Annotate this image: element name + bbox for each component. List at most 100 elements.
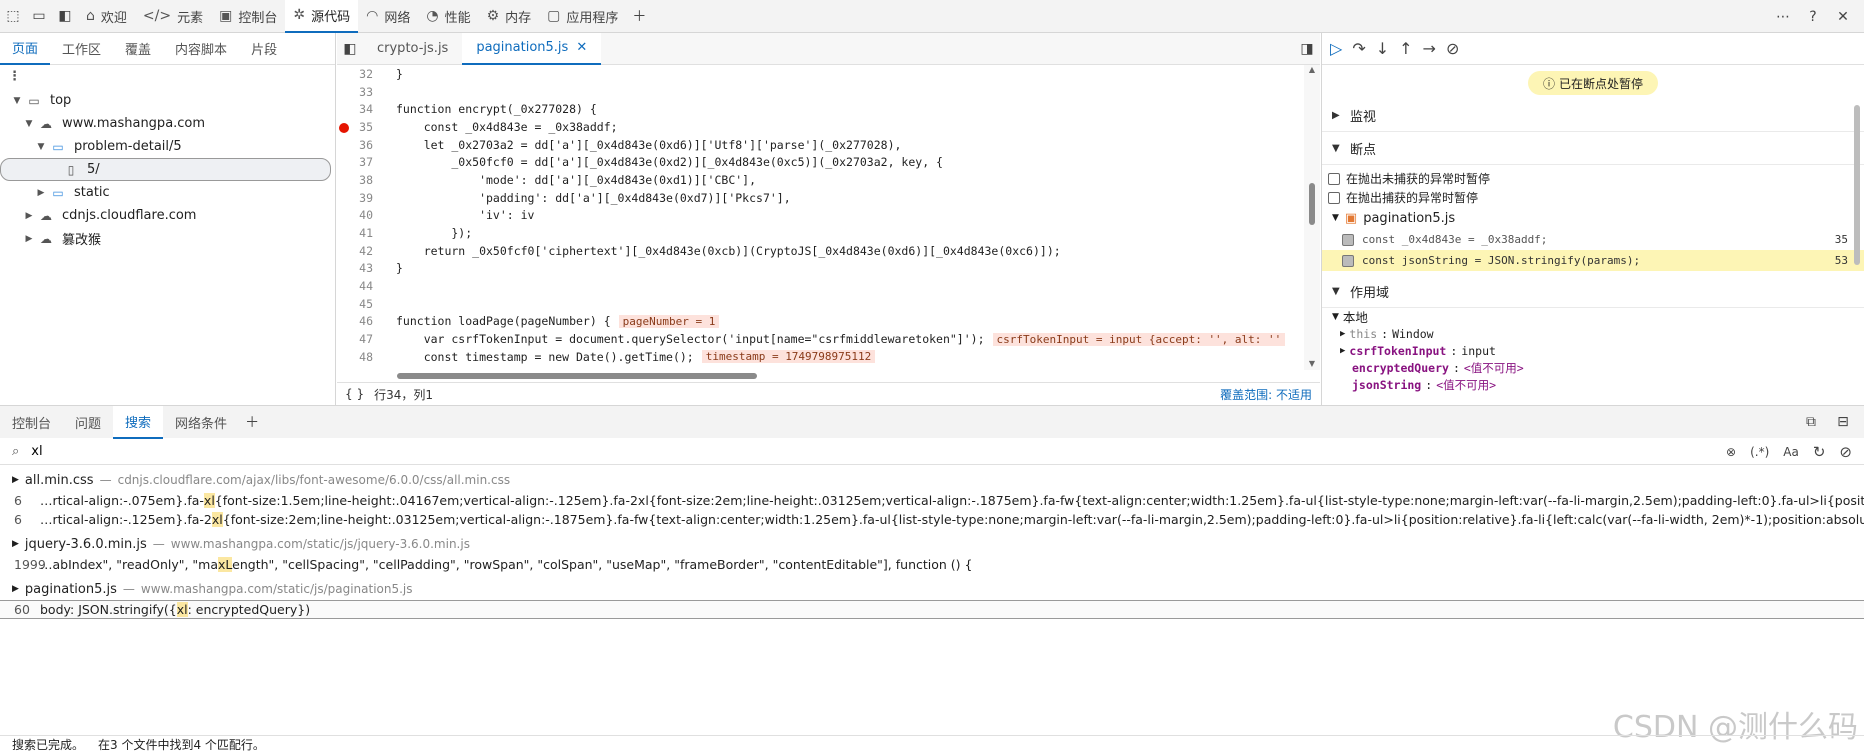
breakpoint-item[interactable]: const _0x4d843e = _0x38addf; 35 xyxy=(1322,229,1864,250)
tree-item-cdnjs[interactable]: ▶ ☁ cdnjs.cloudflare.com xyxy=(0,204,335,227)
result-line[interactable]: 60 body: JSON.stringify({xl: encryptedQue… xyxy=(0,600,1864,619)
resume-icon[interactable]: ▷ xyxy=(1330,39,1342,58)
tab-performance[interactable]: ◔ 性能 xyxy=(418,0,478,33)
scope-var-json[interactable]: jsonString: <值不可用> xyxy=(1322,376,1864,393)
more-options-icon[interactable]: ⋯ xyxy=(1770,0,1796,33)
scroll-thumb[interactable] xyxy=(1309,183,1315,225)
drawer-tab-network-conditions[interactable]: 网络条件 xyxy=(163,406,239,439)
line-number[interactable]: 45 xyxy=(337,297,381,311)
scroll-down-icon[interactable]: ▼ xyxy=(1304,359,1320,368)
code-line[interactable]: 36 let _0x2703a2 = dd['a'][_0x4d843e(0xd… xyxy=(337,136,1304,154)
code-line[interactable]: 46 function loadPage(pageNumber) {pageNum… xyxy=(337,313,1304,331)
regex-toggle[interactable]: (.*) xyxy=(1750,445,1769,459)
checkbox[interactable] xyxy=(1328,172,1340,185)
scroll-thumb[interactable] xyxy=(397,373,757,379)
code-line[interactable]: 43} xyxy=(337,260,1304,278)
sidebar-scrollbar[interactable] xyxy=(1850,65,1864,405)
pause-uncaught-option[interactable]: 在抛出未捕获的异常时暂停 xyxy=(1322,169,1864,188)
tree-item-5[interactable]: ▯ 5/ xyxy=(0,158,331,181)
scroll-thumb[interactable] xyxy=(1854,105,1860,265)
search-input[interactable] xyxy=(31,443,1532,459)
code-line[interactable]: 44 xyxy=(337,277,1304,295)
tree-item-top[interactable]: ▼ ▭ top xyxy=(0,89,335,112)
step-out-icon[interactable]: ↑ xyxy=(1399,39,1412,58)
add-tab-icon[interactable]: ＋ xyxy=(239,406,265,439)
scope-var-csrf[interactable]: ▶ csrfTokenInput: input xyxy=(1322,342,1864,359)
result-line[interactable]: 6 …rtical-align:-.125em}.fa-2xl{font-size… xyxy=(0,510,1864,529)
sidebar-toggle-icon[interactable]: ◧ xyxy=(52,0,78,33)
result-file[interactable]: ▶ jquery-3.6.0.min.js — www.mashangpa.com/s… xyxy=(0,533,1864,555)
breakpoint-icon[interactable] xyxy=(339,122,349,133)
nav-tab-content-scripts[interactable]: 内容脚本 xyxy=(163,33,239,65)
scope-local[interactable]: ▼ 本地 xyxy=(1322,308,1864,325)
clear-search-icon[interactable]: ⊗ xyxy=(1726,445,1736,459)
scope-var-encrypted[interactable]: encryptedQuery: <值不可用> xyxy=(1322,359,1864,376)
more-options-icon[interactable]: ⋮ xyxy=(0,65,335,89)
tab-elements[interactable]: </> 元素 xyxy=(135,0,211,33)
coverage-link[interactable]: 覆盖范围: 不适用 xyxy=(1220,386,1312,403)
nav-tab-workspace[interactable]: 工作区 xyxy=(50,33,113,65)
device-toggle-icon[interactable]: ▭ xyxy=(26,0,52,33)
code-line[interactable]: 45 xyxy=(337,295,1304,313)
pretty-print-button[interactable]: { } xyxy=(345,387,364,401)
step-into-icon[interactable]: ↓ xyxy=(1376,39,1389,58)
close-tab-icon[interactable]: ✕ xyxy=(576,40,587,55)
line-number[interactable]: 37 xyxy=(337,155,381,169)
tab-network[interactable]: ◠ 网络 xyxy=(358,0,418,33)
result-line[interactable]: 6 …rtical-align:-.075em}.fa-xl{font-size:… xyxy=(0,491,1864,510)
code-line[interactable]: 42 return _0x50fcf0['ciphertext'][_0x4d8… xyxy=(337,242,1304,260)
line-number[interactable]: 38 xyxy=(337,173,381,187)
line-number[interactable]: 48 xyxy=(337,350,381,364)
checkbox[interactable] xyxy=(1342,254,1354,267)
code-line[interactable]: 47 var csrfTokenInput = document.querySe… xyxy=(337,330,1304,348)
close-drawer-icon[interactable]: ⊟ xyxy=(1830,406,1856,439)
tab-console[interactable]: ▣ 控制台 xyxy=(211,0,285,33)
pause-caught-option[interactable]: 在抛出捕获的异常时暂停 xyxy=(1322,188,1864,207)
code-lines[interactable]: 32} 33 34 function encrypt(_0x277028) {35 c… xyxy=(337,65,1304,370)
tab-memory[interactable]: ⚙ 内存 xyxy=(479,0,540,33)
tree-item-problem-detail[interactable]: ▼ ▭ problem-detail/5 xyxy=(0,135,335,158)
code-line[interactable]: 37 _0x50fcf0 = dd['a'][_0x4d843e(0xd2)][… xyxy=(337,153,1304,171)
code-line[interactable]: 40 'iv': iv xyxy=(337,207,1304,225)
drawer-tab-search[interactable]: 搜索 xyxy=(113,405,164,439)
toggle-debugger-icon[interactable]: ◨ xyxy=(1294,32,1320,65)
breakpoint-item-active[interactable]: const jsonString = JSON.stringify(params… xyxy=(1322,250,1864,271)
clear-icon[interactable]: ⊘ xyxy=(1839,443,1852,461)
tab-application[interactable]: ▢ 应用程序 xyxy=(539,0,626,33)
scope-var-this[interactable]: ▶ this: Window xyxy=(1322,325,1864,342)
section-scope[interactable]: ▼ 作用域 xyxy=(1322,275,1864,308)
dock-icon[interactable]: ⧉ xyxy=(1798,406,1824,439)
drawer-tab-issues[interactable]: 问题 xyxy=(63,406,113,439)
add-tab-icon[interactable]: ＋ xyxy=(626,0,652,33)
line-number[interactable]: 42 xyxy=(337,244,381,258)
horizontal-scrollbar[interactable] xyxy=(337,370,1304,382)
result-file[interactable]: ▶ all.min.css — cdnjs.cloudflare.com/ajax/l… xyxy=(0,469,1864,491)
checkbox[interactable] xyxy=(1328,191,1340,204)
step-icon[interactable]: → xyxy=(1423,39,1436,58)
toggle-navigator-icon[interactable]: ◧ xyxy=(337,32,363,65)
deactivate-breakpoints-icon[interactable]: ⊘ xyxy=(1446,39,1459,58)
line-number[interactable]: 33 xyxy=(337,85,381,99)
nav-tab-snippets[interactable]: 片段 xyxy=(239,33,289,65)
line-number[interactable]: 34 xyxy=(337,102,381,116)
line-number[interactable]: 36 xyxy=(337,138,381,152)
tab-sources[interactable]: ✲ 源代码 xyxy=(285,0,359,33)
refresh-icon[interactable]: ↻ xyxy=(1813,443,1826,461)
code-line[interactable]: 35 const _0x4d843e = _0x38addf; xyxy=(337,118,1304,136)
line-number[interactable]: 43 xyxy=(337,261,381,275)
code-line[interactable]: 38 'mode': dd['a'][_0x4d843e(0xd1)]['CBC… xyxy=(337,171,1304,189)
vertical-scrollbar[interactable]: ▲ ▼ xyxy=(1304,65,1320,370)
step-over-icon[interactable]: ↷ xyxy=(1352,39,1365,58)
tree-item-static[interactable]: ▶ ▭ static xyxy=(0,181,335,204)
scroll-up-icon[interactable]: ▲ xyxy=(1304,65,1320,74)
case-toggle[interactable]: Aa xyxy=(1783,445,1799,459)
code-line[interactable]: 39 'padding': dd['a'][_0x4d843e(0xd7)]['… xyxy=(337,189,1304,207)
code-line[interactable]: 41 }); xyxy=(337,224,1304,242)
line-number[interactable]: 40 xyxy=(337,208,381,222)
result-file[interactable]: ▶ pagination5.js — www.mashangpa.com/static… xyxy=(0,578,1864,600)
code-line[interactable]: 34 function encrypt(_0x277028) { xyxy=(337,100,1304,118)
line-number[interactable]: 41 xyxy=(337,226,381,240)
tree-item-tampermonkey[interactable]: ▶ ☁ 篡改猴 xyxy=(0,227,335,250)
code-line[interactable]: 48 const timestamp = new Date().getTime(… xyxy=(337,348,1304,366)
code-line[interactable]: 33 xyxy=(337,83,1304,101)
